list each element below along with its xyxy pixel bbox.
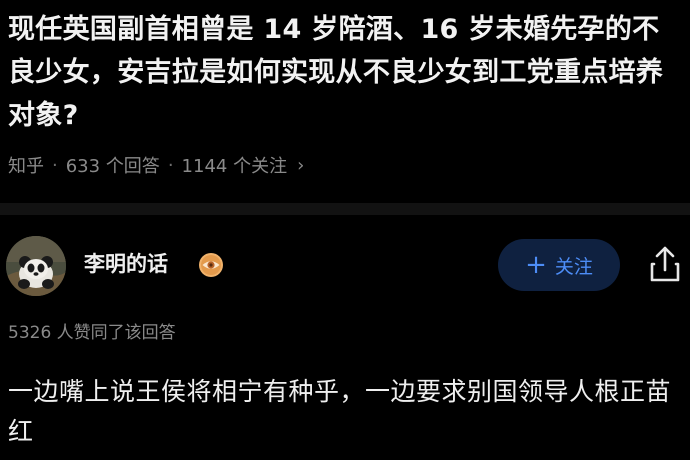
question-title[interactable]: 现任英国副首相曾是 14 岁陪酒、16 岁未婚先孕的不良少女，安吉拉是如何实现从… [8,8,684,137]
eye-badge-icon [199,253,223,277]
vote-count: 5326 人赞同了该回答 [8,323,176,343]
follow-button[interactable]: + 关注 [498,239,620,291]
plus-icon: + [525,250,547,280]
panda-avatar-image [6,236,66,296]
share-icon[interactable] [646,244,684,284]
avatar[interactable] [6,236,66,296]
site-name: 知乎 [8,156,44,177]
author-name[interactable]: 李明的话 [84,248,168,280]
answer-content[interactable]: 一边嘴上说王侯将相宁有种乎，一边要求别国领导人根正苗红 [8,372,684,452]
section-divider [0,203,690,215]
meta-separator: · [52,154,58,176]
answer-count: 633 个回答 [65,156,160,177]
chevron-right-icon: › [297,154,305,176]
meta-separator: · [167,154,174,176]
follower-count: 1144 个关注 [181,156,288,177]
question-meta[interactable]: 知乎 · 633 个回答 · 1144 个关注 › [8,150,304,180]
follow-button-label: 关注 [554,255,593,278]
